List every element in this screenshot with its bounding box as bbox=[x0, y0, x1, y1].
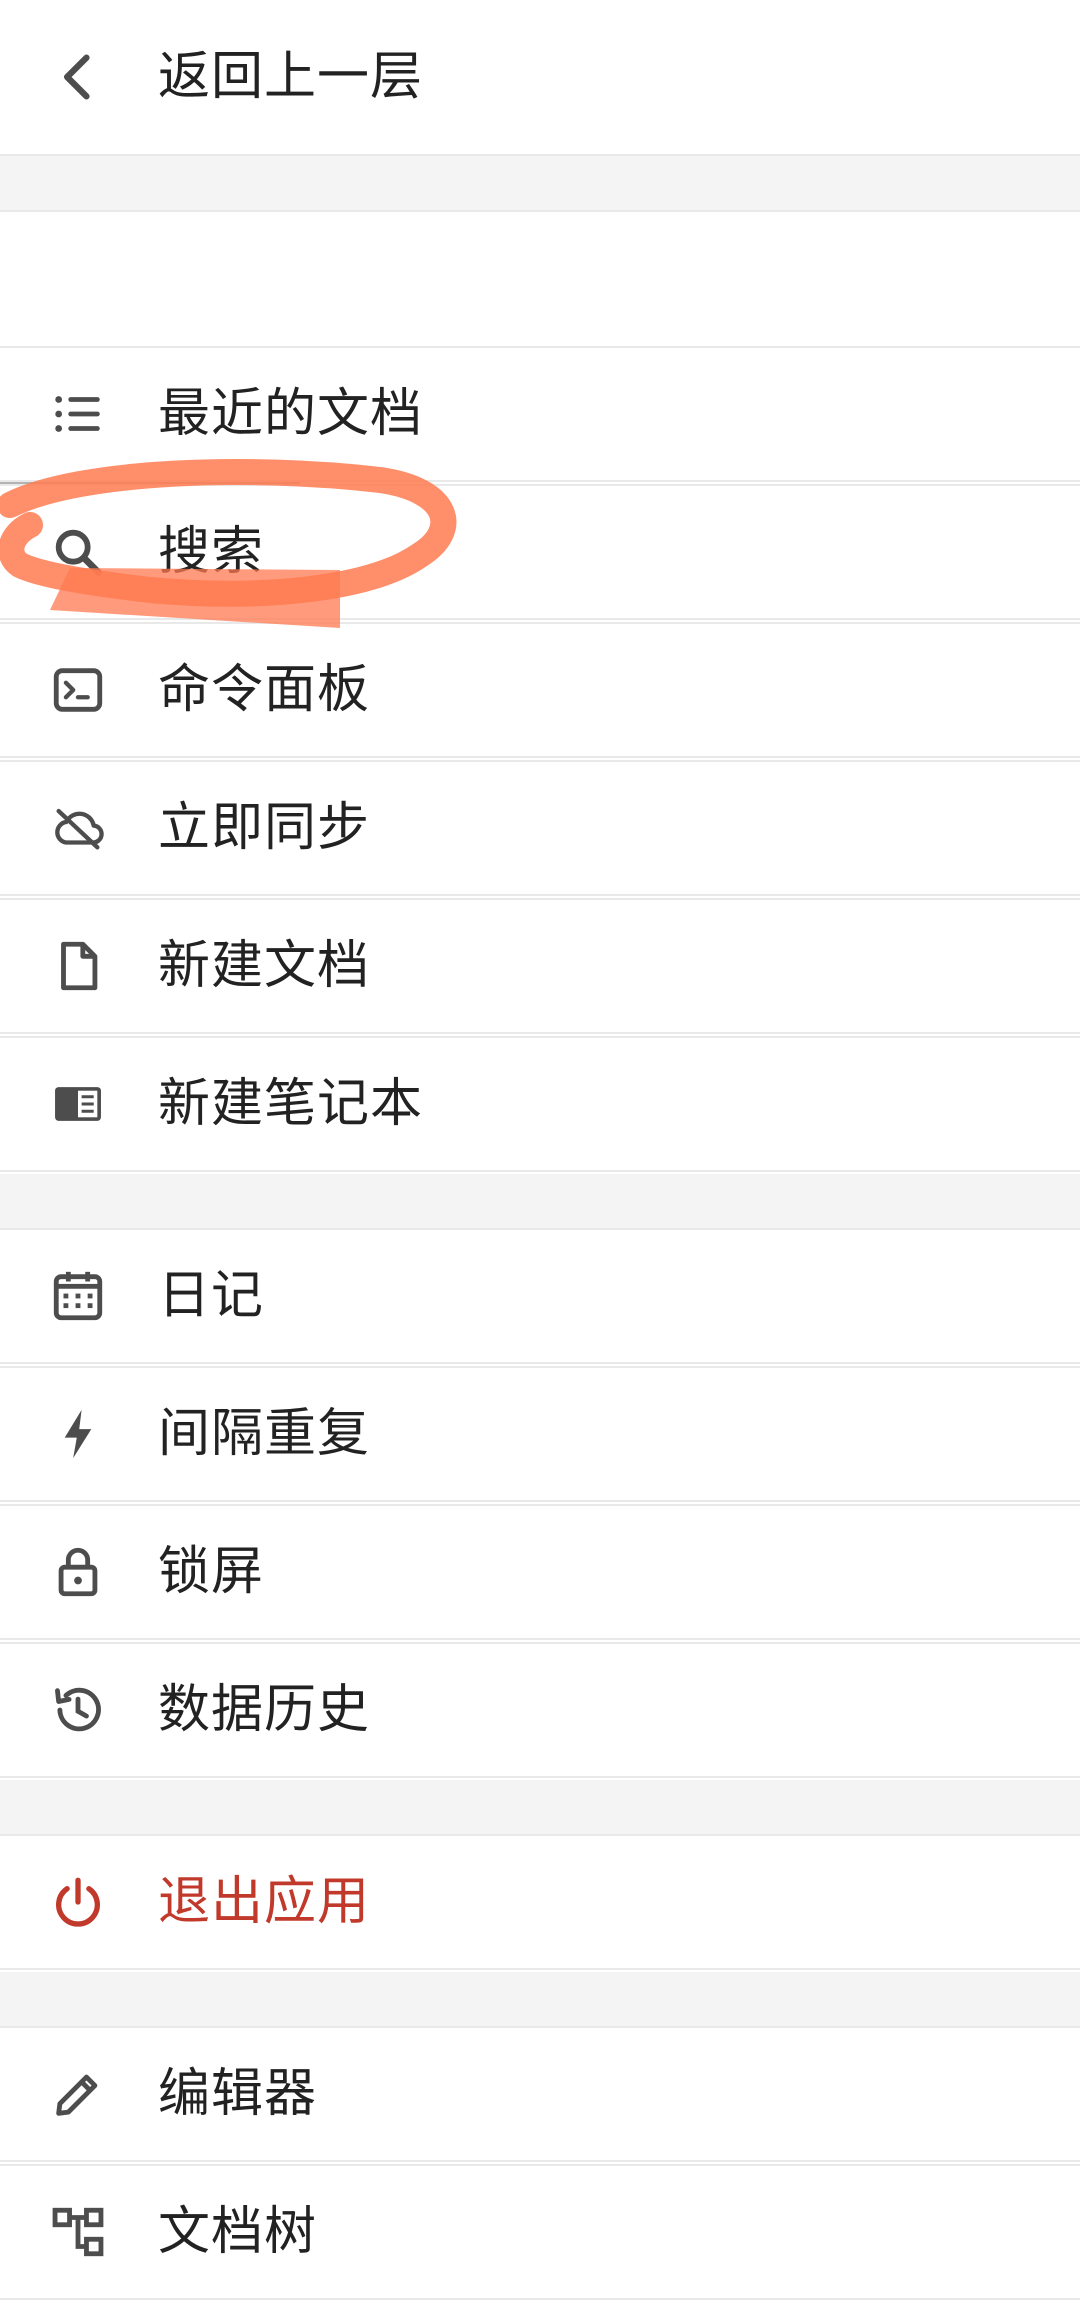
menu-item-label: 退出应用 bbox=[158, 1872, 371, 1932]
menu-item-label: 立即同步 bbox=[158, 798, 371, 858]
menu-item-label: 命令面板 bbox=[158, 660, 371, 720]
menu-item-doc-tree[interactable]: 文档树 bbox=[0, 2164, 1080, 2300]
list-icon bbox=[48, 384, 108, 444]
notebook-icon bbox=[48, 1074, 108, 1134]
section-separator bbox=[0, 1780, 1080, 1834]
menu-item-label: 锁屏 bbox=[158, 1542, 265, 1602]
search-icon bbox=[48, 522, 108, 582]
power-icon bbox=[48, 1872, 108, 1932]
section-separator bbox=[0, 156, 1080, 212]
menu-item-new-notebook[interactable]: 新建笔记本 bbox=[0, 1036, 1080, 1172]
menu-item-label: 日记 bbox=[158, 1266, 265, 1326]
menu-item-label: 最近的文档 bbox=[158, 384, 424, 444]
menu-item-search[interactable]: 搜索 bbox=[0, 484, 1080, 620]
menu-item-label: 新建文档 bbox=[158, 936, 371, 996]
user-account-row[interactable] bbox=[0, 210, 1080, 526]
pencil-icon bbox=[48, 2064, 108, 2124]
menu-item-sync-now[interactable]: 立即同步 bbox=[0, 760, 1080, 896]
menu-item-spaced-repetition[interactable]: 间隔重复 bbox=[0, 1366, 1080, 1502]
menu-item-label: 编辑器 bbox=[158, 2064, 318, 2124]
calendar-icon bbox=[48, 1266, 108, 1326]
menu-item-data-history[interactable]: 数据历史 bbox=[0, 1642, 1080, 1778]
back-button[interactable]: 返回上一层 bbox=[0, 0, 1080, 156]
menu-item-lock-screen[interactable]: 锁屏 bbox=[0, 1504, 1080, 1640]
section-separator bbox=[0, 1972, 1080, 2026]
lock-icon bbox=[48, 1542, 108, 1602]
back-label: 返回上一层 bbox=[158, 47, 424, 107]
lightning-icon bbox=[48, 1404, 108, 1464]
cloud-off-icon bbox=[48, 798, 108, 858]
file-icon bbox=[48, 936, 108, 996]
menu-item-editor[interactable]: 编辑器 bbox=[0, 2026, 1080, 2162]
menu-item-command-palette[interactable]: 命令面板 bbox=[0, 622, 1080, 758]
terminal-icon bbox=[48, 660, 108, 720]
chevron-left-icon bbox=[48, 47, 108, 107]
menu-item-exit-app[interactable]: 退出应用 bbox=[0, 1834, 1080, 1970]
history-icon bbox=[48, 1680, 108, 1740]
menu-item-label: 搜索 bbox=[158, 522, 265, 582]
menu-item-new-doc[interactable]: 新建文档 bbox=[0, 898, 1080, 1034]
section-separator bbox=[0, 1174, 1080, 1228]
tree-icon bbox=[48, 2202, 108, 2262]
menu-item-label: 文档树 bbox=[158, 2202, 318, 2262]
menu-item-label: 间隔重复 bbox=[158, 1404, 371, 1464]
menu-item-recent-docs[interactable]: 最近的文档 bbox=[0, 346, 1080, 482]
menu-item-label: 数据历史 bbox=[158, 1680, 371, 1740]
menu-item-label: 新建笔记本 bbox=[158, 1074, 424, 1134]
menu-item-daily-note[interactable]: 日记 bbox=[0, 1228, 1080, 1364]
